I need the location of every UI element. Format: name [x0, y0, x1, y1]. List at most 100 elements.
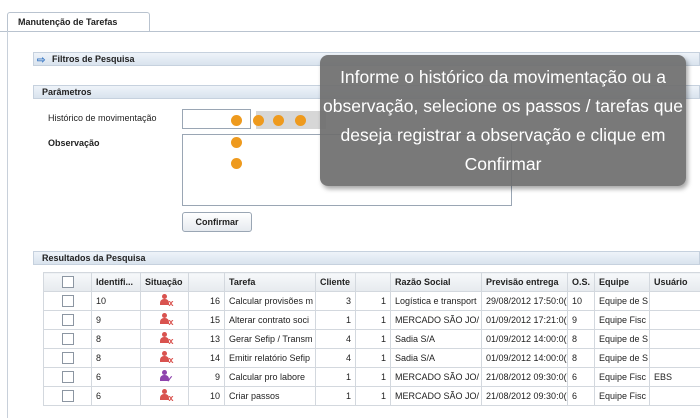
cell-previsao: 21/08/2012 09:30:0( — [481, 367, 568, 387]
cell-cliente-2: 1 — [355, 386, 391, 406]
historico-extra-field — [256, 111, 326, 129]
cell-usuario — [649, 348, 700, 368]
select-all-checkbox[interactable] — [61, 276, 74, 288]
cell-tarefa: Gerar Sefip / Transm — [224, 329, 316, 349]
cell-num: 13 — [188, 329, 225, 349]
col-header[interactable] — [188, 272, 225, 292]
cell-tarefa: Calcular provisões m — [224, 291, 316, 311]
cell-cliente: 1 — [315, 367, 356, 387]
cell-id: 9 — [91, 310, 141, 330]
cell-cliente: 1 — [315, 386, 356, 406]
cell-situacao: x — [140, 386, 189, 406]
results-table: Identifi... Situação Tarefa Cliente Razã… — [43, 272, 700, 406]
table-row[interactable]: 6 ✓ 9 Calcular pro labore 1 1 MERCADO SÃ… — [43, 367, 700, 387]
cell-cliente: 3 — [315, 291, 356, 311]
cell-tarefa: Calcular pro labore — [224, 367, 316, 387]
expand-arrow-icon: ⇨ — [37, 55, 46, 66]
cell-num: 15 — [188, 310, 225, 330]
cell-cliente: 1 — [315, 310, 356, 330]
cell-usuario — [649, 386, 700, 406]
cell-situacao: x — [140, 291, 189, 311]
cell-razao: Sadia S/A — [390, 329, 482, 349]
cell-previsao: 01/09/2012 14:00:0( — [481, 329, 568, 349]
col-header[interactable]: Situação — [140, 272, 189, 292]
cell-id: 6 — [91, 386, 141, 406]
tab-manutencao-tarefas[interactable]: Manutenção de Tarefas — [7, 12, 150, 31]
cell-situacao: x — [140, 310, 189, 330]
hint-dot — [231, 115, 242, 126]
cell-equipe: Equipe Fisc — [594, 386, 650, 406]
user-error-icon: x — [159, 313, 174, 327]
cell-cliente-2: 1 — [355, 310, 391, 330]
table-row[interactable]: 6 x 10 Criar passos 1 1 MERCADO SÃO JO/ … — [43, 386, 700, 406]
cell-id: 8 — [91, 348, 141, 368]
cell-os: 10 — [567, 291, 595, 311]
cell-equipe: Equipe de S — [594, 348, 650, 368]
col-header[interactable]: O.S. — [567, 272, 595, 292]
cell-id: 8 — [91, 329, 141, 349]
table-row[interactable]: 8 x 14 Emitir relatório Sefip 4 1 Sadia … — [43, 348, 700, 368]
table-row[interactable]: 8 x 13 Gerar Sefip / Transm 4 1 Sadia S/… — [43, 329, 700, 349]
cell-usuario — [649, 329, 700, 349]
hint-dot — [231, 137, 242, 148]
cell-equipe: Equipe de S — [594, 291, 650, 311]
row-select-cell[interactable] — [43, 329, 92, 349]
row-select-cell[interactable] — [43, 310, 92, 330]
table-row[interactable]: 9 x 15 Alterar contrato soci 1 1 MERCADO… — [43, 310, 700, 330]
row-checkbox[interactable] — [61, 352, 74, 364]
row-select-cell[interactable] — [43, 291, 92, 311]
cell-razao: MERCADO SÃO JO/ — [390, 310, 482, 330]
row-checkbox[interactable] — [61, 333, 74, 345]
col-header[interactable]: Equipe — [594, 272, 650, 292]
col-header[interactable]: Razão Social — [390, 272, 482, 292]
cell-os: 8 — [567, 329, 595, 349]
cell-usuario: EBS — [649, 367, 700, 387]
cell-previsao: 29/08/2012 17:50:0( — [481, 291, 568, 311]
cell-situacao: x — [140, 329, 189, 349]
col-header[interactable]: Tarefa — [224, 272, 316, 292]
hint-dot — [231, 158, 242, 169]
user-error-icon: x — [159, 389, 174, 403]
row-select-cell[interactable] — [43, 348, 92, 368]
col-header[interactable]: Previsão entrega — [481, 272, 568, 292]
col-header[interactable] — [355, 272, 391, 292]
cell-os: 9 — [567, 310, 595, 330]
table-row[interactable]: 10 x 16 Calcular provisões m 3 1 Logísti… — [43, 291, 700, 311]
col-header[interactable]: Cliente — [315, 272, 356, 292]
cell-previsao: 01/09/2012 17:21:0( — [481, 310, 568, 330]
col-header[interactable]: Identifi... — [91, 272, 141, 292]
cell-razao: MERCADO SÃO JO/ — [390, 367, 482, 387]
cell-os: 8 — [567, 348, 595, 368]
cell-cliente-2: 1 — [355, 348, 391, 368]
cell-situacao: ✓ — [140, 367, 189, 387]
historico-label: Histórico de movimentação — [48, 113, 157, 123]
hint-dot — [295, 115, 306, 126]
user-error-icon: x — [159, 294, 174, 308]
row-checkbox[interactable] — [61, 295, 74, 307]
cell-usuario — [649, 310, 700, 330]
cell-num: 16 — [188, 291, 225, 311]
cell-equipe: Equipe Fisc — [594, 310, 650, 330]
hint-dot — [253, 115, 264, 126]
cell-num: 14 — [188, 348, 225, 368]
select-all-header[interactable] — [43, 272, 92, 292]
col-header[interactable]: Usuário — [649, 272, 700, 292]
cell-previsao: 21/08/2012 09:30:0( — [481, 386, 568, 406]
row-checkbox[interactable] — [61, 314, 74, 326]
row-checkbox[interactable] — [61, 390, 74, 402]
results-title: Resultados da Pesquisa — [42, 253, 146, 263]
row-checkbox[interactable] — [61, 371, 74, 383]
row-select-cell[interactable] — [43, 386, 92, 406]
cell-razao: Sadia S/A — [390, 348, 482, 368]
cell-cliente-2: 1 — [355, 367, 391, 387]
confirm-button[interactable]: Confirmar — [182, 212, 252, 232]
cell-num: 9 — [188, 367, 225, 387]
panel-border — [7, 31, 8, 418]
cell-razao: Logística e transport — [390, 291, 482, 311]
user-error-icon: x — [159, 351, 174, 365]
user-error-icon: x — [159, 332, 174, 346]
cell-num: 10 — [188, 386, 225, 406]
tab-bar: Manutenção de Tarefas — [0, 0, 700, 32]
row-select-cell[interactable] — [43, 367, 92, 387]
cell-id: 10 — [91, 291, 141, 311]
